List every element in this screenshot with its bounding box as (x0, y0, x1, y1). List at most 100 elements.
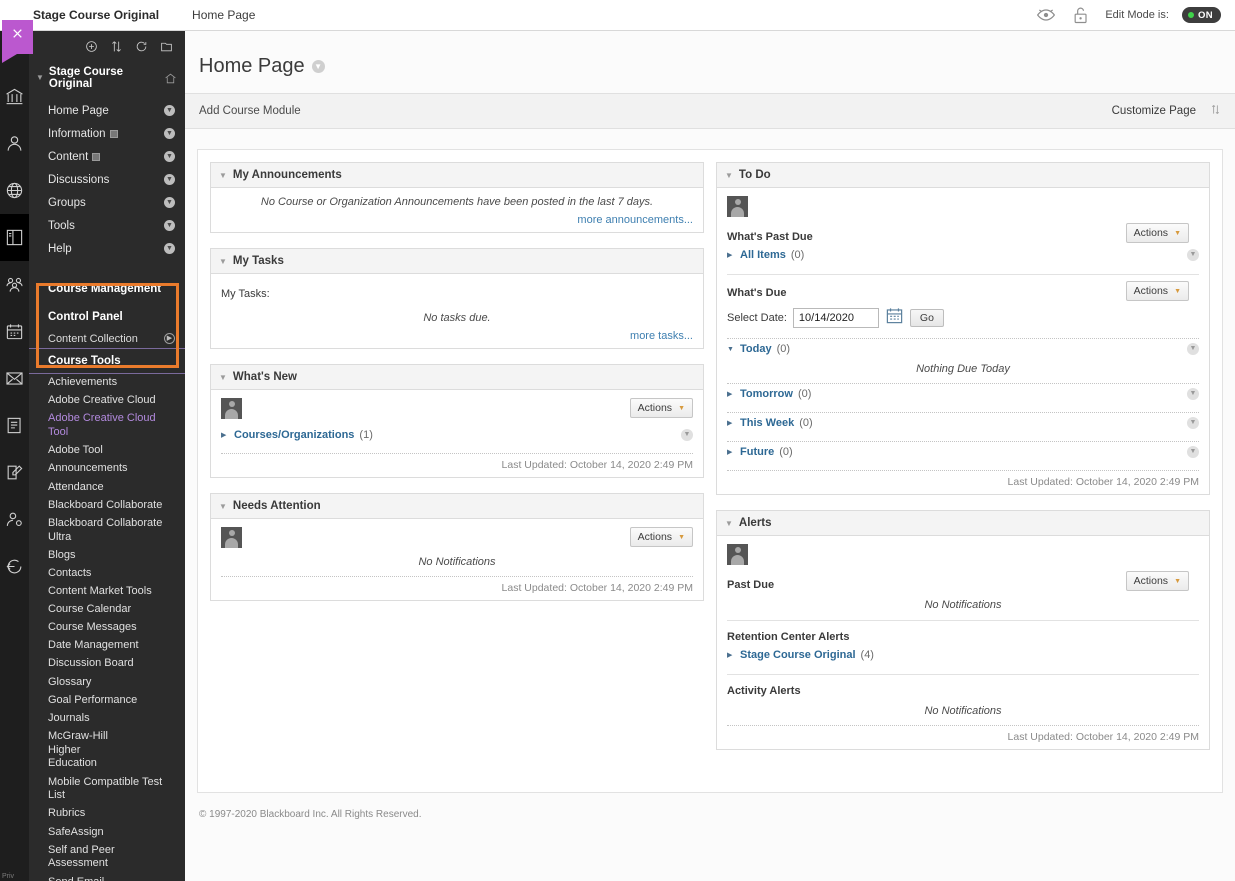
retention-alert-row[interactable]: ▶ Stage Course Original (4) (727, 645, 1199, 665)
expand-triangle-icon[interactable]: ▶ (727, 251, 735, 259)
breadcrumb[interactable]: Home Page (192, 8, 255, 22)
reorder-sort-icon[interactable] (1210, 102, 1221, 120)
sidebar-tool-mcgraw-hill-higher-education[interactable]: McGraw-Hill Higher Education (29, 728, 141, 774)
chevron-down-icon[interactable]: ▼ (164, 197, 175, 208)
signout-icon[interactable] (0, 543, 29, 590)
sidebar-tool-course-calendar[interactable]: Course Calendar (29, 601, 185, 619)
chevron-down-icon[interactable]: ▼ (164, 151, 175, 162)
course-menu-title[interactable]: ▼ Stage Course Original (29, 57, 185, 99)
sidebar-item-groups[interactable]: Groups ▼ (29, 191, 185, 214)
sidebar-item-discussions[interactable]: Discussions ▼ (29, 168, 185, 191)
chevron-down-icon[interactable]: ▼ (164, 220, 175, 231)
sidebar-tool-course-messages[interactable]: Course Messages (29, 619, 185, 637)
chevron-down-circle-icon[interactable]: ▼ (1187, 249, 1199, 261)
tools-pencil-icon[interactable] (0, 449, 29, 496)
chevron-right-icon[interactable]: ▶ (164, 333, 175, 344)
module-header[interactable]: ▼ My Tasks (211, 249, 703, 274)
expand-triangle-icon[interactable]: ▶ (727, 419, 735, 427)
sidebar-tool-attendance[interactable]: Attendance (29, 478, 185, 496)
privacy-label[interactable]: Priv (2, 873, 14, 880)
sidebar-tool-blackboard-collaborate[interactable]: Blackboard Collaborate (29, 497, 185, 515)
reorder-icon[interactable] (110, 40, 123, 53)
sidebar-tool-self-and-peer-assessment[interactable]: Self and Peer Assessment (29, 842, 185, 874)
sidebar-tool-achievements[interactable]: Achievements (29, 374, 185, 392)
chevron-down-circle-icon[interactable]: ▼ (1187, 446, 1199, 458)
add-content-icon[interactable] (85, 40, 98, 53)
close-menu-tab[interactable] (2, 20, 33, 63)
row-label[interactable]: Tomorrow (740, 388, 793, 400)
organizations-group-icon[interactable] (0, 261, 29, 308)
display-view-icon[interactable] (135, 40, 148, 53)
row-label[interactable]: Stage Course Original (740, 649, 856, 661)
todo-bucket-today[interactable]: ▼ Today (0) ▼ (727, 339, 1199, 359)
module-header[interactable]: ▼ To Do (717, 163, 1209, 188)
sidebar-item-home-page[interactable]: Home Page ▼ (29, 99, 185, 122)
grades-document-icon[interactable] (0, 402, 29, 449)
actions-button-past-due[interactable]: Actions ▼ (1125, 223, 1189, 243)
todo-bucket-tomorrow[interactable]: ▶ Tomorrow (0) ▼ (727, 384, 1199, 404)
sidebar-tool-content-market-tools[interactable]: Content Market Tools (29, 583, 185, 601)
module-header[interactable]: ▼ Alerts (717, 511, 1209, 536)
actions-button[interactable]: Actions ▼ (629, 527, 693, 547)
chevron-down-circle-icon[interactable]: ▼ (1187, 343, 1199, 355)
chevron-down-circle-icon[interactable]: ▼ (1187, 417, 1199, 429)
sidebar-tool-safeassign[interactable]: SafeAssign (29, 823, 185, 841)
expand-triangle-icon[interactable]: ▶ (727, 390, 735, 398)
courses-icon[interactable] (0, 214, 29, 261)
expand-triangle-icon[interactable]: ▶ (727, 448, 735, 456)
chevron-down-icon[interactable]: ▼ (164, 243, 175, 254)
row-label[interactable]: Future (740, 446, 774, 458)
calendar-picker-icon[interactable] (885, 306, 904, 330)
sidebar-tool-adobe-creative-cloud[interactable]: Adobe Creative Cloud (29, 392, 185, 410)
sidebar-tool-journals[interactable]: Journals (29, 710, 185, 728)
sidebar-tool-announcements[interactable]: Announcements (29, 460, 185, 478)
collapse-triangle-icon[interactable]: ▼ (36, 74, 44, 82)
sidebar-tool-contacts[interactable]: Contacts (29, 565, 185, 583)
sidebar-tool-discussion-board[interactable]: Discussion Board (29, 655, 185, 673)
chevron-down-icon[interactable]: ▼ (164, 174, 175, 185)
unlocked-padlock-icon[interactable] (1070, 5, 1092, 25)
collapse-triangle-icon[interactable]: ▼ (727, 346, 735, 353)
sidebar-tool-glossary[interactable]: Glossary (29, 673, 185, 691)
sidebar-item-tools[interactable]: Tools ▼ (29, 214, 185, 237)
sidebar-tool-mobile-compatible-test-list[interactable]: Mobile Compatible Test List (29, 773, 185, 805)
collapse-triangle-icon[interactable]: ▼ (725, 519, 733, 528)
row-label[interactable]: All Items (740, 249, 786, 261)
collapse-triangle-icon[interactable]: ▼ (725, 171, 733, 180)
module-header[interactable]: ▼ Needs Attention (211, 494, 703, 519)
add-course-module-button[interactable]: Add Course Module (199, 105, 301, 117)
go-button[interactable]: Go (909, 309, 944, 327)
sidebar-tool-blackboard-collaborate-ultra[interactable]: Blackboard Collaborate Ultra (29, 515, 185, 547)
sidebar-tool-date-management[interactable]: Date Management (29, 637, 185, 655)
sidebar-item-information[interactable]: Information ▼ (29, 122, 185, 145)
actions-button[interactable]: Actions ▼ (629, 398, 693, 418)
folder-view-icon[interactable] (160, 40, 173, 53)
more-tasks-link[interactable]: more tasks... (221, 330, 693, 342)
profile-person-icon[interactable] (0, 120, 29, 167)
whats-new-courses-row[interactable]: ▶ Courses/Organizations (1) ▼ (221, 425, 693, 445)
row-label[interactable]: Courses/Organizations (234, 429, 354, 441)
sidebar-item-content-collection[interactable]: Content Collection ▶ (29, 329, 185, 348)
sidebar-tool-rubrics[interactable]: Rubrics (29, 805, 185, 823)
sidebar-tool-goal-performance[interactable]: Goal Performance (29, 692, 185, 710)
actions-button-alerts[interactable]: Actions ▼ (1125, 571, 1189, 591)
calendar-icon[interactable] (0, 308, 29, 355)
chevron-down-circle-icon[interactable]: ▼ (311, 60, 325, 73)
messages-envelope-icon[interactable] (0, 355, 29, 402)
course-tools-heading[interactable]: Course Tools ▶ (29, 349, 185, 373)
expand-triangle-icon[interactable]: ▶ (221, 431, 229, 439)
edit-mode-toggle[interactable]: ON (1181, 7, 1221, 23)
support-person-icon[interactable] (0, 496, 29, 543)
past-due-all-items-row[interactable]: ▶ All Items (0) ▼ (727, 245, 1199, 265)
sidebar-item-content[interactable]: Content ▼ (29, 145, 185, 168)
chevron-down-icon[interactable]: ▼ (164, 105, 175, 116)
sidebar-tool-adobe-tool[interactable]: Adobe Tool (29, 442, 185, 460)
home-icon[interactable] (164, 72, 177, 85)
todo-bucket-this-week[interactable]: ▶ This Week (0) ▼ (727, 413, 1199, 433)
more-announcements-link[interactable]: more announcements... (221, 214, 693, 226)
module-header[interactable]: ▼ What's New (211, 365, 703, 390)
eye-accessibility-icon[interactable] (1035, 5, 1057, 25)
chevron-down-circle-icon[interactable]: ▼ (681, 429, 693, 441)
collapse-triangle-icon[interactable]: ▼ (219, 171, 227, 180)
institution-icon[interactable] (0, 73, 29, 120)
